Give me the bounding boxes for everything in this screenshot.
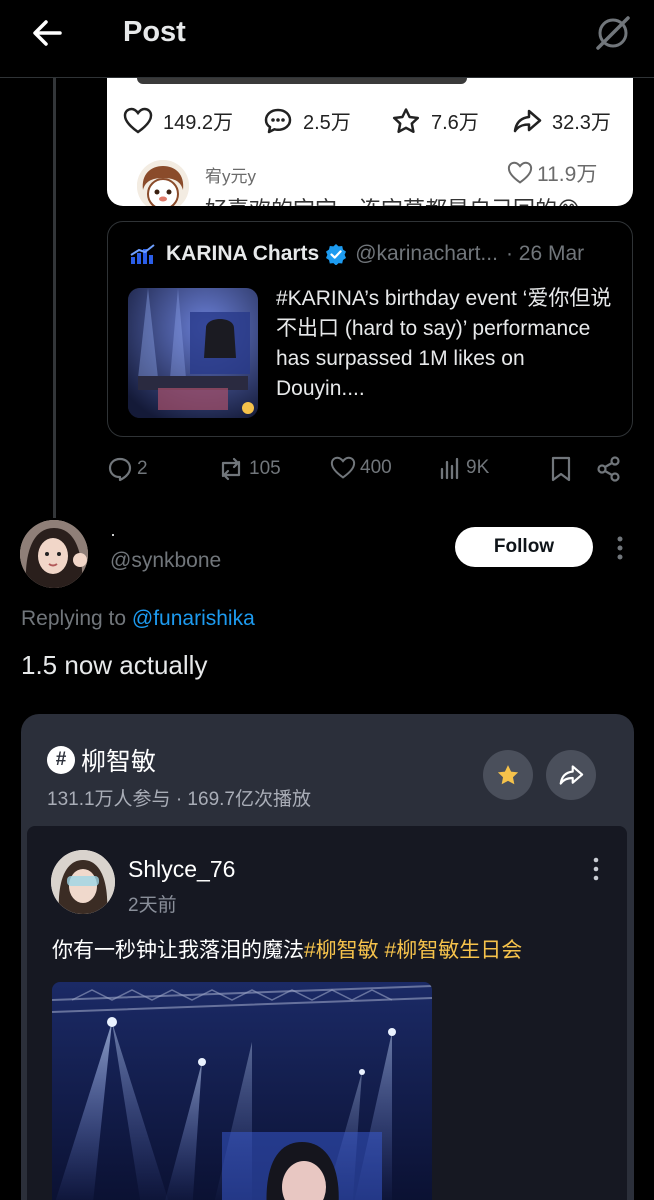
heart-icon xyxy=(507,161,533,184)
comment-stat: 2.5万 xyxy=(263,106,351,135)
video-bar xyxy=(137,78,467,84)
concert-photo xyxy=(52,982,432,1200)
concert-photo-icon xyxy=(128,288,258,418)
heart-icon xyxy=(123,107,153,134)
replying-to-line: Replying to @funarishika xyxy=(21,607,255,631)
reply-icon xyxy=(108,457,132,482)
like-stat: 149.2万 xyxy=(123,106,233,135)
repost-button[interactable]: 105 xyxy=(217,456,281,482)
douyin-post: Shlyce_76 2天前 你有一秒钟让我落泪的魔法#柳智敏 #柳智敏生日会 xyxy=(27,826,627,1200)
views-button[interactable]: 9K xyxy=(438,456,489,480)
reply-count: 2 xyxy=(137,458,148,479)
share-count: 32.3万 xyxy=(552,112,611,134)
star-icon xyxy=(392,107,420,133)
quoted-post[interactable]: KARINA Charts @karinachart... · 26 Mar #… xyxy=(107,221,633,437)
comment-like-count: 11.9万 xyxy=(537,163,598,186)
quoted-author-handle: @karinachart... xyxy=(355,242,498,265)
comment-username: 宥y元y xyxy=(205,167,256,186)
post-username: Shlyce_76 xyxy=(128,856,236,882)
views-icon xyxy=(440,457,459,480)
post-time: 2天前 xyxy=(128,895,177,916)
reply-handle[interactable]: @synkbone xyxy=(110,549,221,573)
thread-connector-line xyxy=(53,78,56,518)
comment-text: 好喜欢的宝宝，连宝草都是自己回的😊 xyxy=(205,192,580,206)
reply-text: 1.5 now actually xyxy=(21,650,208,680)
hashtag-link: #柳智敏生日会 xyxy=(384,939,523,962)
quoted-author-name: KARINA Charts xyxy=(166,242,320,265)
heart-icon xyxy=(330,456,356,479)
post-caption: 你有一秒钟让我落泪的魔法#柳智敏 #柳智敏生日会 xyxy=(52,934,522,964)
top-bar: Post xyxy=(0,0,654,78)
verified-badge-icon xyxy=(326,244,347,265)
grok-icon[interactable] xyxy=(594,14,632,52)
more-options-icon[interactable] xyxy=(610,534,630,562)
embedded-douyin-screenshot: 149.2万 2.5万 7.6万 32.3万 宥y元y 11.9万 xyxy=(107,78,633,206)
like-button[interactable]: 400 xyxy=(330,456,392,480)
caption-text: 你有一秒钟让我落泪的魔法 xyxy=(52,939,304,962)
avatar xyxy=(137,160,189,206)
views-count: 9K xyxy=(466,457,490,478)
share-icon xyxy=(559,765,584,785)
follow-button[interactable]: Follow xyxy=(455,527,593,567)
like-count: 149.2万 xyxy=(163,112,234,134)
more-options-icon xyxy=(593,857,599,881)
arrow-left-icon[interactable] xyxy=(30,16,64,50)
concert-stage-photo-icon xyxy=(52,982,432,1200)
comment-count: 2.5万 xyxy=(303,112,351,134)
douyin-screenshot-media[interactable]: # 柳智敏 131.1万人参与 · 169.7亿次播放 Shlyce_76 2天… xyxy=(21,714,634,1200)
share-stat: 32.3万 xyxy=(512,106,611,135)
comment-like: 11.9万 xyxy=(507,158,597,188)
topic-meta: 131.1万人参与 · 169.7亿次播放 xyxy=(47,789,311,810)
quoted-post-text: #KARINA’s birthday event ‘爱你但说不出口 (hard … xyxy=(276,287,612,400)
bookmark-button[interactable] xyxy=(550,456,576,482)
reply-button[interactable]: 2 xyxy=(107,456,148,482)
replying-prefix: Replying to xyxy=(21,607,132,630)
quoted-media-thumbnail[interactable] xyxy=(128,288,258,418)
chart-logo-icon xyxy=(130,244,155,264)
replying-to-mention[interactable]: @funarishika xyxy=(132,607,255,630)
share-button[interactable] xyxy=(596,456,626,482)
like-count: 400 xyxy=(360,457,392,478)
favorite-stat: 7.6万 xyxy=(391,106,479,135)
share-topic-button xyxy=(546,750,596,800)
quoted-post-date: · 26 Mar xyxy=(505,242,585,265)
repost-icon xyxy=(221,457,241,481)
topic-title: # 柳智敏 xyxy=(47,742,156,778)
repost-count: 105 xyxy=(249,458,281,479)
favorite-count: 7.6万 xyxy=(431,112,479,134)
user-photo-icon xyxy=(20,520,88,588)
hashtag-icon: # xyxy=(47,746,75,774)
hashtag-link: #柳智敏 xyxy=(304,939,379,962)
comment-icon xyxy=(264,108,292,133)
share-icon xyxy=(513,109,542,132)
avatar[interactable] xyxy=(20,520,88,588)
page-title: Post xyxy=(123,16,186,48)
cartoon-avatar-icon xyxy=(137,160,189,206)
star-icon xyxy=(497,765,519,785)
avatar xyxy=(51,850,115,914)
share-icon xyxy=(597,456,620,482)
bookmark-icon xyxy=(551,456,571,482)
favorite-topic-button xyxy=(483,750,533,800)
quoted-post-header: KARINA Charts @karinachart... · 26 Mar xyxy=(130,242,584,266)
user-photo-icon xyxy=(51,850,115,914)
topic-name: 柳智敏 xyxy=(81,748,157,776)
reply-display-name[interactable]: · xyxy=(110,524,116,545)
